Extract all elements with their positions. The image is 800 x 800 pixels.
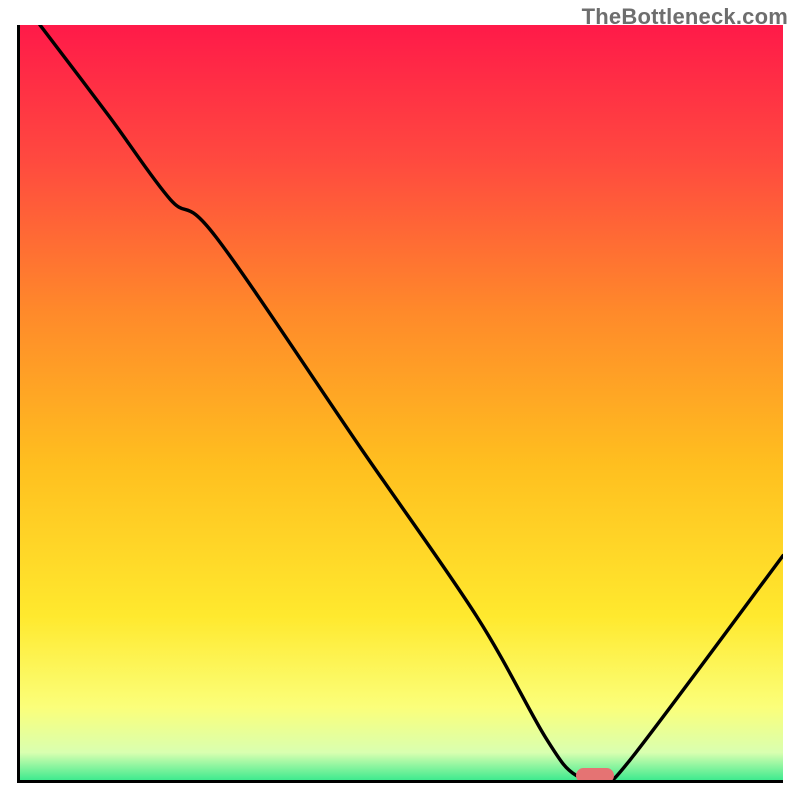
- plot-area: [17, 25, 783, 783]
- axis-y: [17, 25, 20, 783]
- chart-container: TheBottleneck.com: [0, 0, 800, 800]
- bottleneck-curve: [17, 25, 783, 783]
- axis-x: [17, 780, 783, 783]
